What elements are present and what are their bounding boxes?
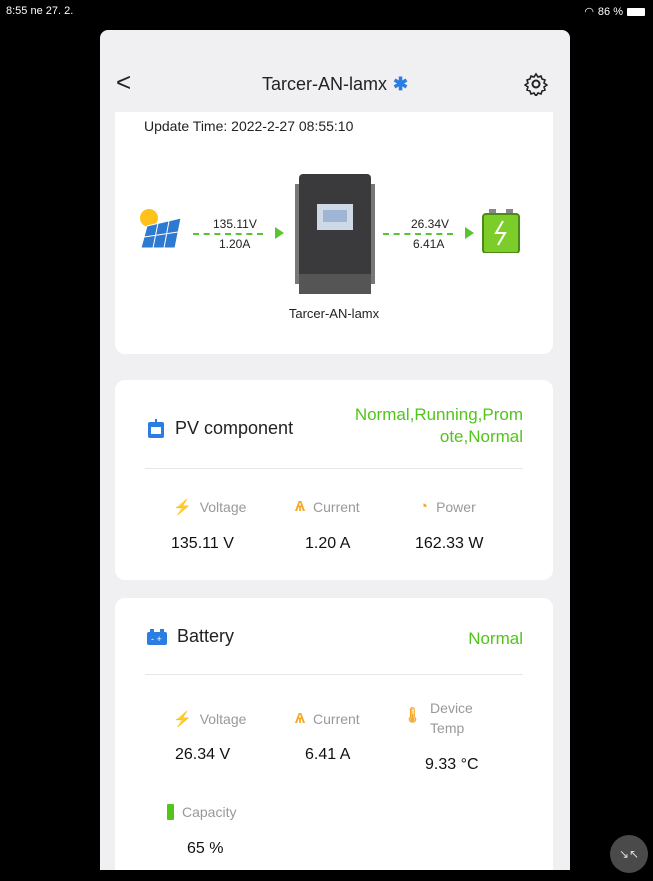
battery-icon xyxy=(627,7,645,16)
current-icon: Ѧ xyxy=(295,498,306,515)
battery-percent: 86 % xyxy=(597,5,623,18)
battery-card: - + Battery Normal ⚡ Voltage 26.34 V Ѧ Cur… xyxy=(115,598,553,870)
overview-card: Update Time: 2022-2-27 08:55:10 135.11V … xyxy=(115,112,553,354)
pv-flow-arrow xyxy=(275,227,284,239)
battery-divider xyxy=(145,674,523,675)
pv-power-label: ◔ Power xyxy=(419,498,476,515)
capacity-icon xyxy=(167,804,174,820)
device-name: Tarcer-AN-lamx xyxy=(288,306,380,321)
status-right: ◠ 86 % xyxy=(584,5,645,18)
battery-current-label-text: Current xyxy=(313,710,360,727)
bluetooth-icon: ✱ xyxy=(392,74,409,94)
capacity-label-text: Capacity xyxy=(182,804,237,820)
solar-panel-icon xyxy=(148,418,164,438)
battery-heading: - + Battery xyxy=(147,626,234,647)
wifi-icon: ◠ xyxy=(584,6,594,18)
battery-icon xyxy=(482,209,520,253)
pv-divider xyxy=(145,468,523,469)
current-icon: Ѧ xyxy=(295,710,306,727)
pv-current: 1.20A xyxy=(219,237,251,251)
pv-current-value: 1.20 A xyxy=(305,535,351,552)
battery-voltage: 26.34V xyxy=(411,217,450,231)
pv-card: PV component Normal,Running,Prom ote,Nor… xyxy=(115,380,553,580)
battery-current-value: 6.41 A xyxy=(305,746,351,763)
pv-current-label: Ѧ Current xyxy=(295,498,360,515)
lightning-icon: ⚡ xyxy=(173,711,192,728)
svg-text:- +: - + xyxy=(151,634,162,644)
pv-voltage-label-text: Voltage xyxy=(199,499,247,515)
battery-voltage-label-text: Voltage xyxy=(199,711,247,727)
battery-flow-arrow xyxy=(465,227,474,239)
battery-voltage-label: ⚡ Voltage xyxy=(173,710,246,728)
device-temp-label-line2: Temp xyxy=(430,720,465,736)
battery-current: 6.41A xyxy=(413,237,445,251)
title-text: Tarcer-AN-lamx xyxy=(261,74,387,94)
device-temp-label: 🌡 Device Temp xyxy=(403,698,473,738)
pv-power-label-text: Power xyxy=(436,498,476,515)
pv-voltage: 135.11V xyxy=(213,217,257,231)
controller-image xyxy=(295,174,375,294)
battery-small-icon: - + xyxy=(147,628,167,645)
collapse-arrows-icon: ↘↖ xyxy=(618,847,640,861)
pv-flow-line xyxy=(193,233,263,235)
update-time: Update Time: 2022-2-27 08:55:10 xyxy=(144,118,354,134)
pv-power-value: 162.33 W xyxy=(415,535,484,552)
device-sheet: < Tarcer-AN-lamx ✱ Update Time: 2022-2-27… xyxy=(100,30,570,870)
battery-status: Normal xyxy=(468,629,523,648)
status-bar: 8:55 ne 27. 2. ◠ 86 % xyxy=(0,0,653,22)
pv-voltage-value: 135.11 V xyxy=(171,535,234,552)
minimize-button[interactable]: ↘↖ xyxy=(610,835,648,873)
device-temp-label-text: Device Temp xyxy=(430,698,473,738)
page-title: Tarcer-AN-lamx ✱ xyxy=(100,74,570,95)
pv-status-line2: ote,Normal xyxy=(439,427,523,446)
settings-button[interactable] xyxy=(523,72,549,98)
lightning-icon: ⚡ xyxy=(173,499,192,516)
capacity-label: Capacity xyxy=(167,804,236,820)
gauge-icon: ◔ xyxy=(419,498,429,515)
gear-icon xyxy=(523,72,549,98)
status-time: 8:55 ne 27. 2. xyxy=(6,5,74,17)
pv-status-line1: Normal,Running,Prom xyxy=(354,405,523,424)
pv-current-label-text: Current xyxy=(313,498,360,515)
device-temp-value: 9.33 °C xyxy=(425,756,479,773)
capacity-value: 65 % xyxy=(187,840,224,857)
battery-voltage-value: 26.34 V xyxy=(175,746,231,763)
thermometer-icon: 🌡 xyxy=(403,707,423,724)
solar-panel-icon xyxy=(140,209,182,249)
pv-status: Normal,Running,Prom ote,Normal xyxy=(355,404,523,448)
device-temp-label-line1: Device xyxy=(430,700,473,716)
battery-current-label: Ѧ Current xyxy=(295,710,360,727)
battery-flow-line xyxy=(383,233,453,235)
battery-title: Battery xyxy=(177,626,235,646)
pv-voltage-label: ⚡ Voltage xyxy=(173,498,246,516)
pv-heading: PV component xyxy=(147,418,293,439)
pv-title: PV component xyxy=(175,418,294,438)
nav-bar: < Tarcer-AN-lamx ✱ xyxy=(100,30,570,110)
